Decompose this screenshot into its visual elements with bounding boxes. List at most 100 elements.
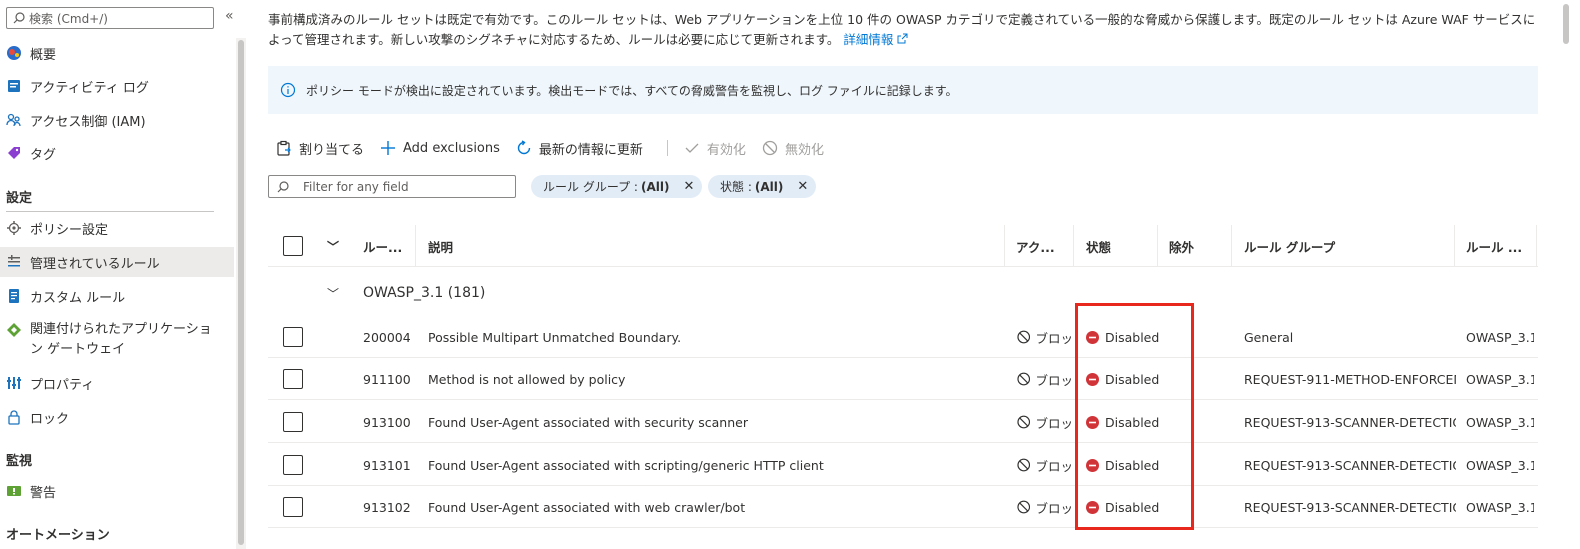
column-rule-group[interactable]: ルール グループ (1244, 225, 1335, 267)
row-checkbox[interactable] (283, 455, 303, 475)
column-status[interactable]: 状態 (1086, 225, 1111, 267)
row-checkbox-cell[interactable] (283, 358, 303, 400)
rule-description: Found User-Agent associated with scripti… (428, 457, 824, 473)
row-checkbox[interactable] (283, 369, 303, 389)
scrollbar-thumb[interactable] (1563, 4, 1569, 44)
log-icon (6, 78, 22, 94)
sidebar-scrollbar[interactable] (236, 38, 246, 549)
collapse-sidebar-button[interactable]: « (225, 8, 234, 24)
row-checkbox[interactable] (283, 327, 303, 347)
row-checkbox[interactable] (283, 497, 303, 517)
column-action[interactable]: アク... (1016, 225, 1055, 267)
sidebar-item-alerts[interactable]: 警告 (0, 476, 234, 506)
column-divider (1004, 225, 1005, 267)
sidebar-item-label: 関連付けられたアプリケーション ゲートウェイ (30, 320, 212, 360)
row-checkbox-cell[interactable] (283, 486, 303, 528)
refresh-icon (516, 140, 532, 156)
column-rule-set[interactable]: ルール ... (1466, 225, 1522, 267)
sidebar-item-tags[interactable]: タグ (0, 138, 234, 168)
sidebar-item-label: アクセス制御 (IAM) (30, 114, 146, 130)
action-label: ブロッ (1035, 415, 1073, 431)
assign-button[interactable]: 割り当てる (276, 139, 364, 158)
close-icon[interactable]: ✕ (683, 179, 694, 194)
table-row[interactable]: 911100 Method is not allowed by policy ブロッ… (268, 358, 1538, 400)
select-all-checkbox[interactable] (283, 225, 303, 267)
rule-set: OWASP_3.1 (1466, 457, 1534, 473)
sidebar-item-managed-rules[interactable]: 管理されているルール (0, 247, 234, 277)
disable-button[interactable]: 無効化 (762, 139, 824, 158)
pill-key: ルール グループ : (543, 180, 638, 194)
rule-description: Found User-Agent associated with web cra… (428, 499, 746, 515)
action-label: ブロッ (1035, 330, 1073, 346)
action-label: ブロッ (1035, 372, 1073, 388)
sidebar-item-properties[interactable]: プロパティ (0, 368, 234, 398)
table-row[interactable]: 913101 Found User-Agent associated with s… (268, 444, 1538, 486)
gateway-icon (6, 322, 22, 338)
block-icon (1017, 415, 1031, 429)
intro-paragraph: 事前構成済みのルール セットは既定で有効です。このルール セットは、Web アプ… (268, 10, 1538, 50)
chevron-down-icon[interactable]: ﹀ (327, 285, 339, 302)
row-checkbox[interactable] (283, 412, 303, 432)
add-exclusions-button[interactable]: Add exclusions (380, 140, 500, 156)
column-divider (1454, 225, 1455, 267)
sidebar-item-associated-gateways[interactable]: 関連付けられたアプリケーション ゲートウェイ (0, 314, 234, 358)
filter-input[interactable]: Filter for any field (268, 175, 516, 198)
close-icon[interactable]: ✕ (797, 179, 808, 194)
rule-group: REQUEST-913-SCANNER-DETECTION (1244, 414, 1456, 430)
sidebar-item-label: カスタム ルール (30, 290, 126, 306)
sidebar-item-lock[interactable]: ロック (0, 402, 234, 432)
scrollbar-thumb[interactable] (238, 40, 244, 545)
section-monitoring: 監視 (6, 454, 33, 469)
column-description[interactable]: 説明 (428, 225, 453, 267)
properties-icon (6, 375, 22, 391)
chevron-down-icon[interactable]: ﹀ (327, 225, 339, 267)
group-header-row[interactable]: ﹀ OWASP_3.1 (181) (268, 272, 1538, 314)
block-icon (1017, 500, 1031, 514)
page-scrollbar[interactable] (1562, 0, 1570, 549)
checkbox[interactable] (283, 236, 303, 256)
rule-set: OWASP_3.1 (1466, 329, 1534, 345)
row-checkbox-cell[interactable] (283, 316, 303, 358)
sidebar-item-overview[interactable]: 概要 (0, 38, 234, 68)
learn-more-link[interactable]: 詳細情報 (843, 32, 908, 47)
pill-key: 状態 : (720, 180, 752, 194)
toolbar: 割り当てる Add exclusions 最新の情報に更新 有効化 無効化 (276, 138, 840, 158)
column-divider (1536, 225, 1537, 267)
rule-action: ブロッ (1017, 444, 1073, 486)
rule-action: ブロッ (1017, 358, 1073, 400)
sidebar-item-activity-log[interactable]: アクティビティ ログ (0, 71, 234, 101)
sidebar-item-custom-rules[interactable]: カスタム ルール (0, 281, 234, 311)
row-checkbox-cell[interactable] (283, 444, 303, 486)
filter-pill-rule-group[interactable]: ルール グループ : (All) ✕ (531, 175, 703, 198)
info-banner: ポリシー モードが検出に設定されています。検出モードでは、すべての脅威警告を監視… (268, 66, 1538, 114)
rule-action: ブロッ (1017, 401, 1073, 443)
enable-button[interactable]: 有効化 (684, 139, 746, 158)
sidebar-search-input[interactable]: 検索 (Cmd+/) (6, 7, 214, 29)
rules-icon (6, 254, 22, 270)
rule-id: 911100 (363, 371, 411, 387)
table-row[interactable]: 200004 Possible Multipart Unmatched Bound… (268, 316, 1538, 358)
rule-id: 913100 (363, 414, 411, 430)
rule-group: General (1244, 329, 1294, 345)
assign-label: 割り当てる (299, 142, 365, 158)
column-exclusions[interactable]: 除外 (1169, 225, 1194, 267)
lock-icon (6, 409, 22, 425)
column-divider (1073, 225, 1074, 267)
sidebar-item-iam[interactable]: アクセス制御 (IAM) (0, 105, 234, 135)
rule-group: REQUEST-911-METHOD-ENFORCEMI (1244, 371, 1456, 387)
sidebar-item-label: ロック (30, 411, 70, 427)
table-row[interactable]: 913100 Found User-Agent associated with s… (268, 401, 1538, 443)
table-row[interactable]: 913102 Found User-Agent associated with w… (268, 486, 1538, 528)
sidebar-item-policy-settings[interactable]: ポリシー設定 (0, 213, 234, 243)
disable-label: 無効化 (784, 142, 824, 158)
rule-set: OWASP_3.1 (1466, 414, 1534, 430)
search-icon (277, 180, 289, 192)
filter-placeholder: Filter for any field (303, 179, 409, 194)
column-divider (1157, 225, 1158, 267)
pill-value: (All) (640, 179, 670, 194)
refresh-button[interactable]: 最新の情報に更新 (516, 139, 643, 158)
filter-pill-status[interactable]: 状態 : (All) ✕ (708, 175, 817, 198)
rule-id: 913101 (363, 457, 411, 473)
column-rule-id[interactable]: ルー... (363, 225, 402, 267)
row-checkbox-cell[interactable] (283, 401, 303, 443)
